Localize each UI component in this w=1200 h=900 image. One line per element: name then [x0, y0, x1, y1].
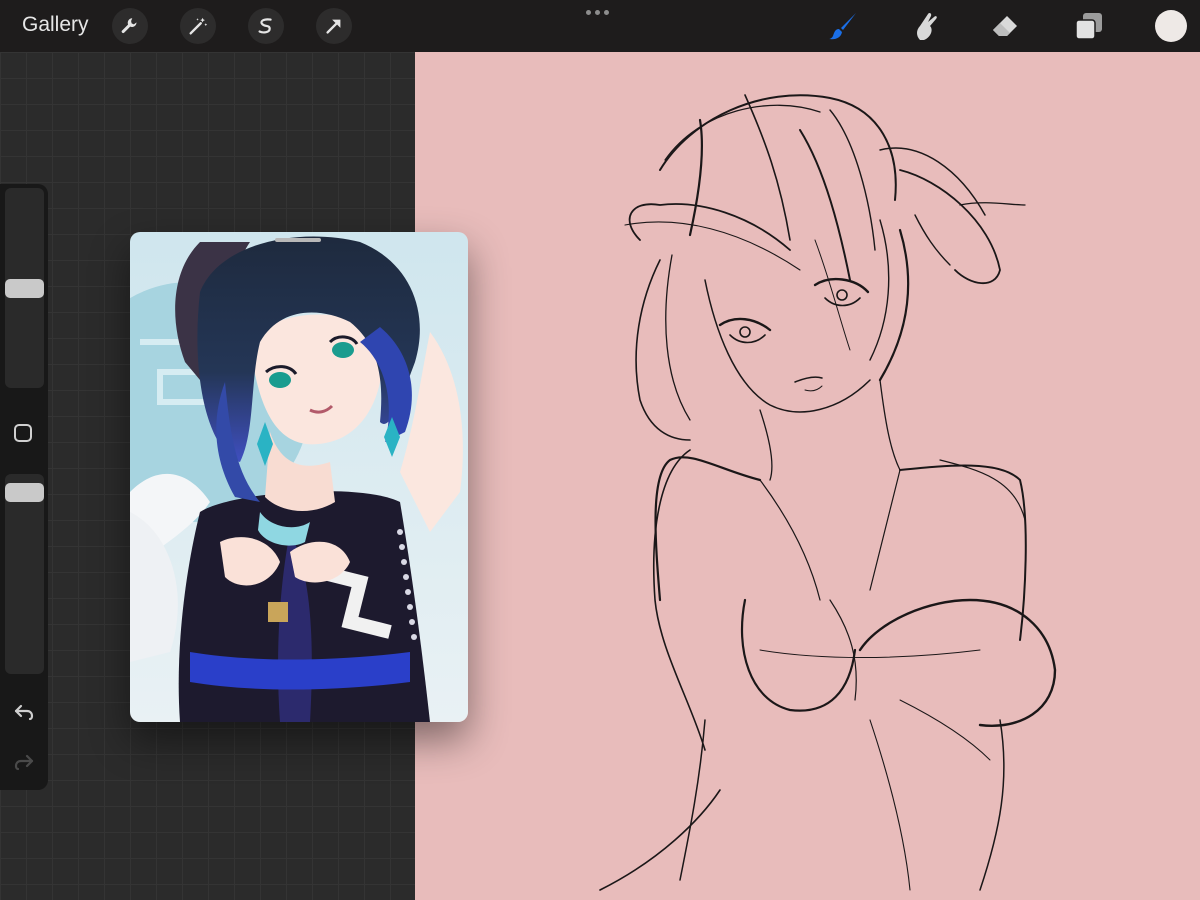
transform-arrow-icon: [326, 19, 341, 34]
reference-drag-handle[interactable]: [275, 238, 321, 242]
smudge-tool-button[interactable]: [908, 9, 942, 43]
color-picker-button[interactable]: [1155, 10, 1187, 42]
layers-icon: [1075, 13, 1102, 40]
transform-button[interactable]: [316, 8, 352, 44]
reference-image: [130, 232, 468, 722]
eraser-icon: [993, 16, 1017, 36]
eraser-tool-button[interactable]: [988, 9, 1022, 43]
drawing-canvas[interactable]: [415, 52, 1200, 900]
actions-button[interactable]: [112, 8, 148, 44]
top-toolbar: Gallery: [0, 0, 1200, 52]
smudge-icon: [917, 12, 937, 40]
adjustments-button[interactable]: [180, 8, 216, 44]
magic-wand-icon: [189, 17, 208, 35]
opacity-slider[interactable]: [5, 474, 44, 674]
redo-icon[interactable]: [12, 750, 36, 774]
reference-window[interactable]: [130, 232, 468, 722]
modify-square-icon[interactable]: [14, 424, 32, 442]
brush-size-thumb[interactable]: [5, 278, 44, 298]
opacity-thumb[interactable]: [5, 483, 44, 503]
brush-size-slider[interactable]: [5, 188, 44, 388]
left-sidebar: [0, 184, 48, 790]
layers-button[interactable]: [1072, 9, 1106, 43]
gallery-button[interactable]: Gallery: [22, 13, 89, 37]
brush-tool-button[interactable]: [826, 9, 860, 43]
more-options-dots[interactable]: [586, 10, 609, 15]
wrench-icon: [121, 18, 137, 34]
undo-icon[interactable]: [12, 700, 36, 724]
selection-icon: [258, 18, 272, 34]
selection-button[interactable]: [248, 8, 284, 44]
brush-icon: [829, 13, 856, 40]
sketch-drawing: [599, 94, 1057, 891]
